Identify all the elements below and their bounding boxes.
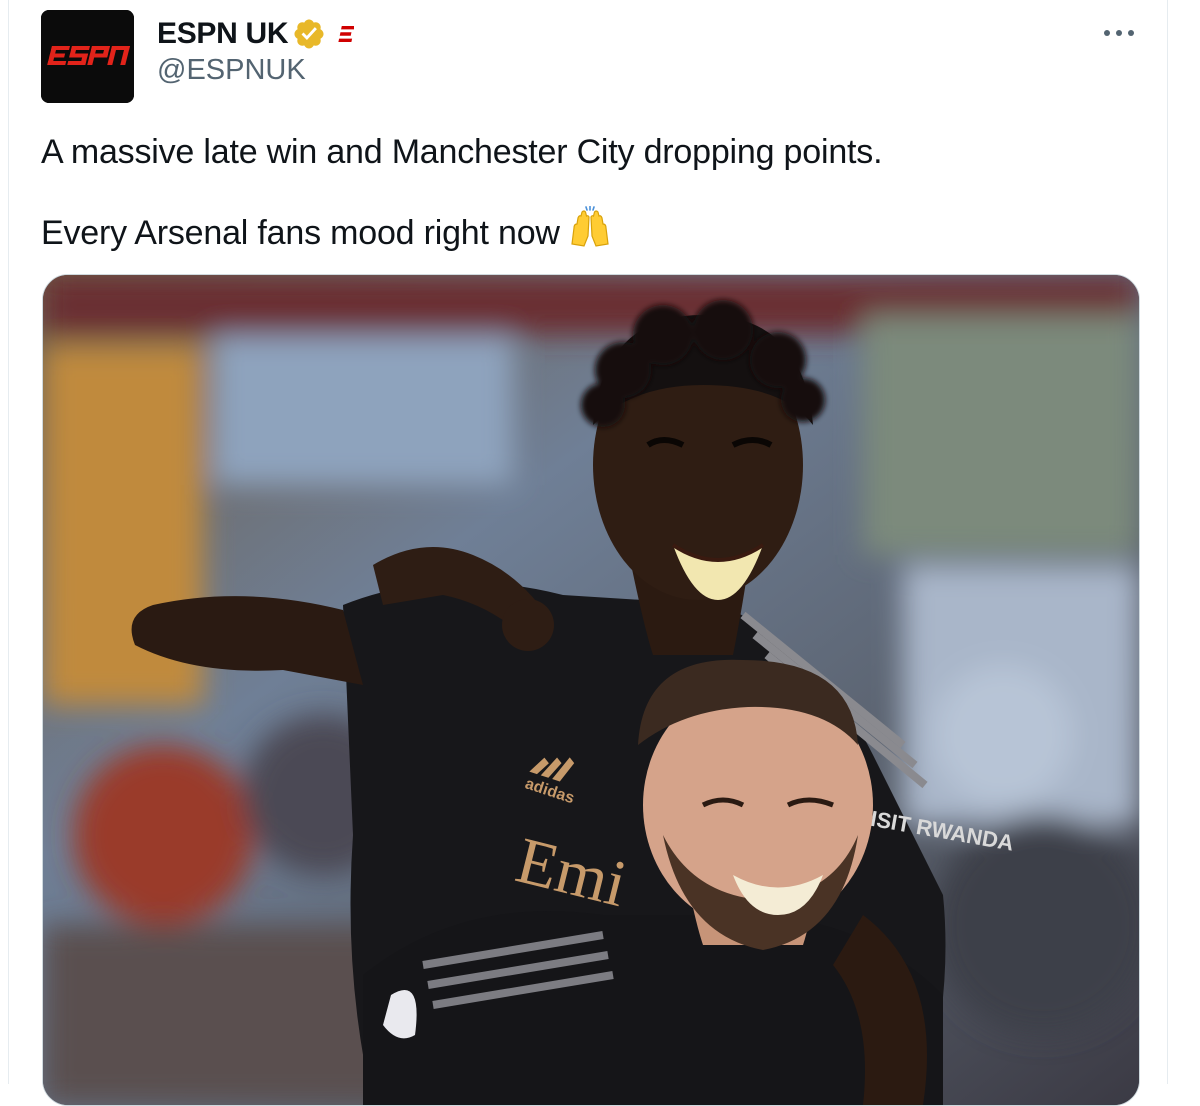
avatar[interactable]: [41, 10, 134, 103]
raising-hands-emoji-icon: [571, 206, 609, 247]
display-name[interactable]: ESPN UK: [157, 17, 289, 51]
tweet-line-1: A massive late win and Manchester City d…: [41, 133, 883, 171]
espn-logo-icon: [41, 10, 134, 103]
tweet-text: A massive late win and Manchester City d…: [41, 128, 1131, 257]
author-handle[interactable]: @ESPNUK: [157, 54, 306, 87]
celebration-photo: adidas Emi VISIT RWANDA: [43, 275, 1139, 1105]
more-options-button[interactable]: [1097, 16, 1141, 50]
more-horizontal-icon: [1104, 30, 1134, 36]
verified-badge-icon[interactable]: [292, 17, 326, 51]
tweet-line-2: Every Arsenal fans mood right now: [41, 206, 1131, 257]
author-name-row: ESPN UK: [157, 14, 355, 54]
tweet-photo[interactable]: adidas Emi VISIT RWANDA: [42, 274, 1140, 1106]
espn-affiliate-icon[interactable]: [338, 25, 355, 43]
tweet-line-2-text: Every Arsenal fans mood right now: [41, 214, 560, 252]
tweet-card[interactable]: ESPN UK @ESPNUK A massive late win and M…: [8, 0, 1168, 1106]
